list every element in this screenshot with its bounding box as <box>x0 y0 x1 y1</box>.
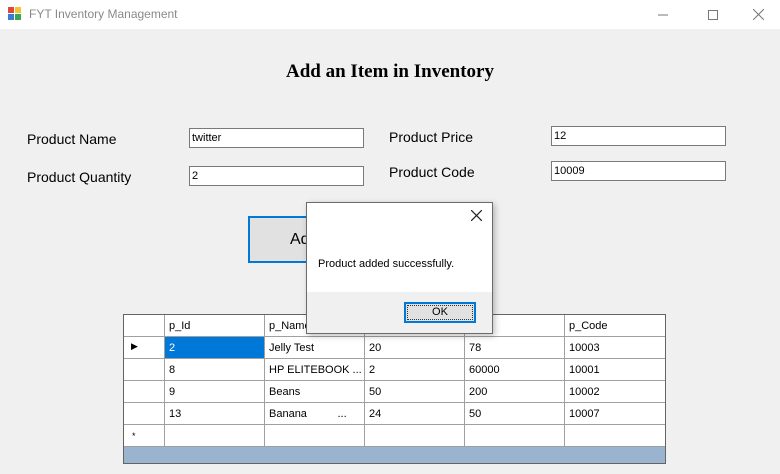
table-cell[interactable]: 20 <box>365 337 465 359</box>
close-window-button[interactable] <box>735 0 780 29</box>
table-cell[interactable]: Beans <box>265 381 365 403</box>
table-cell[interactable]: 2 <box>165 337 265 359</box>
table-cell[interactable]: 50 <box>365 381 465 403</box>
table-cell[interactable]: 60000 <box>465 359 565 381</box>
table-cell[interactable]: 24 <box>365 403 465 425</box>
table-cell[interactable]: 78 <box>465 337 565 359</box>
table-cell[interactable]: 13 <box>165 403 265 425</box>
table-cell[interactable]: HP ELITEBOOK ... <box>265 359 365 381</box>
current-row-marker[interactable]: ▶ <box>124 337 165 359</box>
app-icon <box>8 7 22 21</box>
table-row[interactable]: 8 HP ELITEBOOK ... 2 60000 10001 <box>124 359 665 381</box>
table-cell[interactable]: Banana ... <box>265 403 365 425</box>
product-name-input[interactable]: twitter <box>189 128 364 148</box>
product-price-input[interactable]: 12 <box>551 126 726 146</box>
maximize-button[interactable] <box>690 0 736 29</box>
new-row[interactable]: * <box>124 425 665 447</box>
minimize-icon <box>658 14 668 15</box>
product-name-label: Product Name <box>27 131 117 147</box>
minimize-button[interactable] <box>640 0 686 29</box>
table-row[interactable]: 9 Beans 50 200 10002 <box>124 381 665 403</box>
table-cell[interactable]: 10003 <box>565 337 665 359</box>
dialog-footer: OK <box>307 292 492 333</box>
table-cell[interactable]: 10001 <box>565 359 665 381</box>
dialog-message: Product added successfully. <box>318 258 455 270</box>
page-title: Add an Item in Inventory <box>286 61 494 82</box>
table-cell[interactable]: 8 <box>165 359 265 381</box>
table-cell[interactable]: 10002 <box>565 381 665 403</box>
column-header[interactable]: p_Code <box>565 315 665 337</box>
maximize-icon <box>708 9 718 20</box>
table-cell[interactable]: 2 <box>365 359 465 381</box>
row-header[interactable] <box>124 359 165 381</box>
table-cell[interactable] <box>365 425 465 447</box>
row-header[interactable] <box>124 403 165 425</box>
row-header[interactable] <box>124 381 165 403</box>
product-quantity-label: Product Quantity <box>27 169 132 185</box>
title-bar: FYT Inventory Management <box>0 0 780 29</box>
table-cell[interactable]: 10007 <box>565 403 665 425</box>
table-cell[interactable]: 9 <box>165 381 265 403</box>
column-header[interactable]: p_Id <box>165 315 265 337</box>
close-icon <box>752 9 764 20</box>
table-row[interactable]: ▶ 2 Jelly Test 20 78 10003 <box>124 337 665 359</box>
grid-corner-header <box>124 315 165 337</box>
product-code-input[interactable]: 10009 <box>551 161 726 181</box>
product-quantity-input[interactable]: 2 <box>189 166 364 186</box>
ok-button[interactable]: OK <box>404 302 476 323</box>
table-cell[interactable] <box>565 425 665 447</box>
table-cell[interactable]: Jelly Test <box>265 337 365 359</box>
product-price-label: Product Price <box>389 129 474 145</box>
close-icon <box>470 209 482 222</box>
window-title: FYT Inventory Management <box>29 7 178 21</box>
product-code-label: Product Code <box>389 164 475 180</box>
table-cell[interactable] <box>165 425 265 447</box>
table-cell[interactable]: 200 <box>465 381 565 403</box>
table-cell[interactable] <box>265 425 365 447</box>
inventory-grid[interactable]: p_Id p_Name rice p_Code ▶ 2 Jelly Test 2… <box>123 314 666 464</box>
table-cell[interactable]: 50 <box>465 403 565 425</box>
table-row[interactable]: 13 Banana ... 24 50 10007 <box>124 403 665 425</box>
message-dialog: Product added successfully. OK <box>306 202 493 334</box>
new-row-marker[interactable]: * <box>124 425 165 447</box>
dialog-close-button[interactable] <box>466 207 486 227</box>
table-cell[interactable] <box>465 425 565 447</box>
